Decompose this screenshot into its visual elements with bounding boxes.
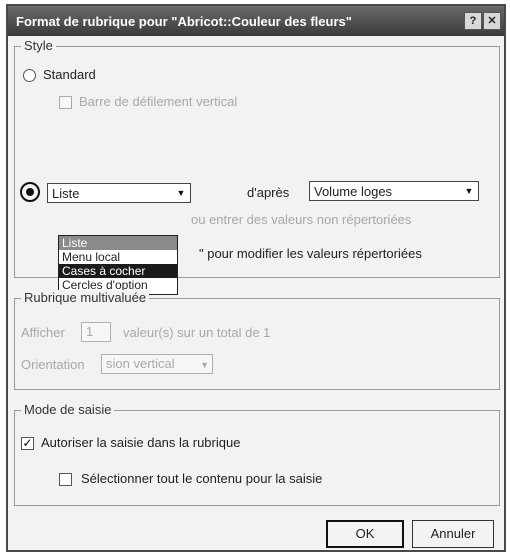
dropdown-option[interactable]: Cases à cocher (59, 264, 177, 278)
display-type-select[interactable]: Liste ▼ (47, 183, 191, 203)
based-on-label: d'après (247, 185, 290, 200)
select-all-label: Sélectionner tout le contenu pour la sai… (81, 471, 323, 486)
value-list-select[interactable]: Volume loges ▼ (309, 181, 479, 201)
include-other-label: ou entrer des valeurs non répertoriées (191, 212, 412, 227)
input-mode-group: Mode de saisie ✓ Autoriser la saisie dan… (14, 402, 500, 506)
display-type-dropdown-menu: Liste Menu local Cases à cocher Cercles … (58, 235, 178, 295)
input-mode-legend: Mode de saisie (21, 402, 115, 417)
multivalue-legend: Rubrique multivaluée (21, 290, 150, 305)
multivalue-group: Rubrique multivaluée Afficher 1 valeur(s… (14, 290, 500, 390)
values-of-total-label: valeur(s) sur un total de 1 (123, 325, 271, 340)
show-count-input[interactable]: 1 (81, 322, 111, 342)
edit-values-label[interactable]: " pour modifier les valeurs répertoriées (199, 246, 422, 261)
dropdown-option[interactable]: Liste (59, 236, 177, 250)
standard-label: Standard (43, 67, 96, 82)
display-type-value: Liste (52, 186, 80, 201)
orientation-select[interactable]: sion vertical ▼ (101, 354, 213, 374)
orientation-label: Orientation (21, 357, 85, 372)
title-bar[interactable]: Format de rubrique pour "Abricot::Couleu… (8, 6, 504, 36)
allow-entry-checkbox[interactable]: ✓ (21, 437, 34, 450)
value-list-value: Volume loges (314, 184, 393, 199)
vertical-scrollbar-label: Barre de défilement vertical (79, 94, 238, 109)
standard-radio[interactable] (23, 69, 36, 82)
close-icon[interactable]: ✕ (483, 12, 501, 30)
allow-entry-label: Autoriser la saisie dans la rubrique (41, 435, 241, 450)
selected-radio-highlight[interactable] (20, 182, 40, 202)
select-all-checkbox[interactable] (59, 473, 72, 486)
style-legend: Style (21, 38, 56, 53)
ok-button[interactable]: OK (326, 520, 404, 548)
chevron-down-icon[interactable]: ▼ (461, 183, 477, 199)
show-label: Afficher (21, 325, 65, 340)
orientation-value: sion vertical (106, 356, 175, 371)
chevron-down-icon[interactable]: ▼ (173, 185, 189, 201)
help-icon[interactable]: ? (464, 12, 482, 30)
format-field-dialog: Format de rubrique pour "Abricot::Couleu… (6, 4, 506, 552)
chevron-down-icon[interactable]: ▼ (200, 356, 209, 374)
dialog-title: Format de rubrique pour "Abricot::Couleu… (16, 14, 352, 29)
cancel-button[interactable]: Annuler (412, 520, 494, 548)
vertical-scrollbar-checkbox[interactable] (59, 96, 72, 109)
dropdown-option[interactable]: Menu local (59, 250, 177, 264)
